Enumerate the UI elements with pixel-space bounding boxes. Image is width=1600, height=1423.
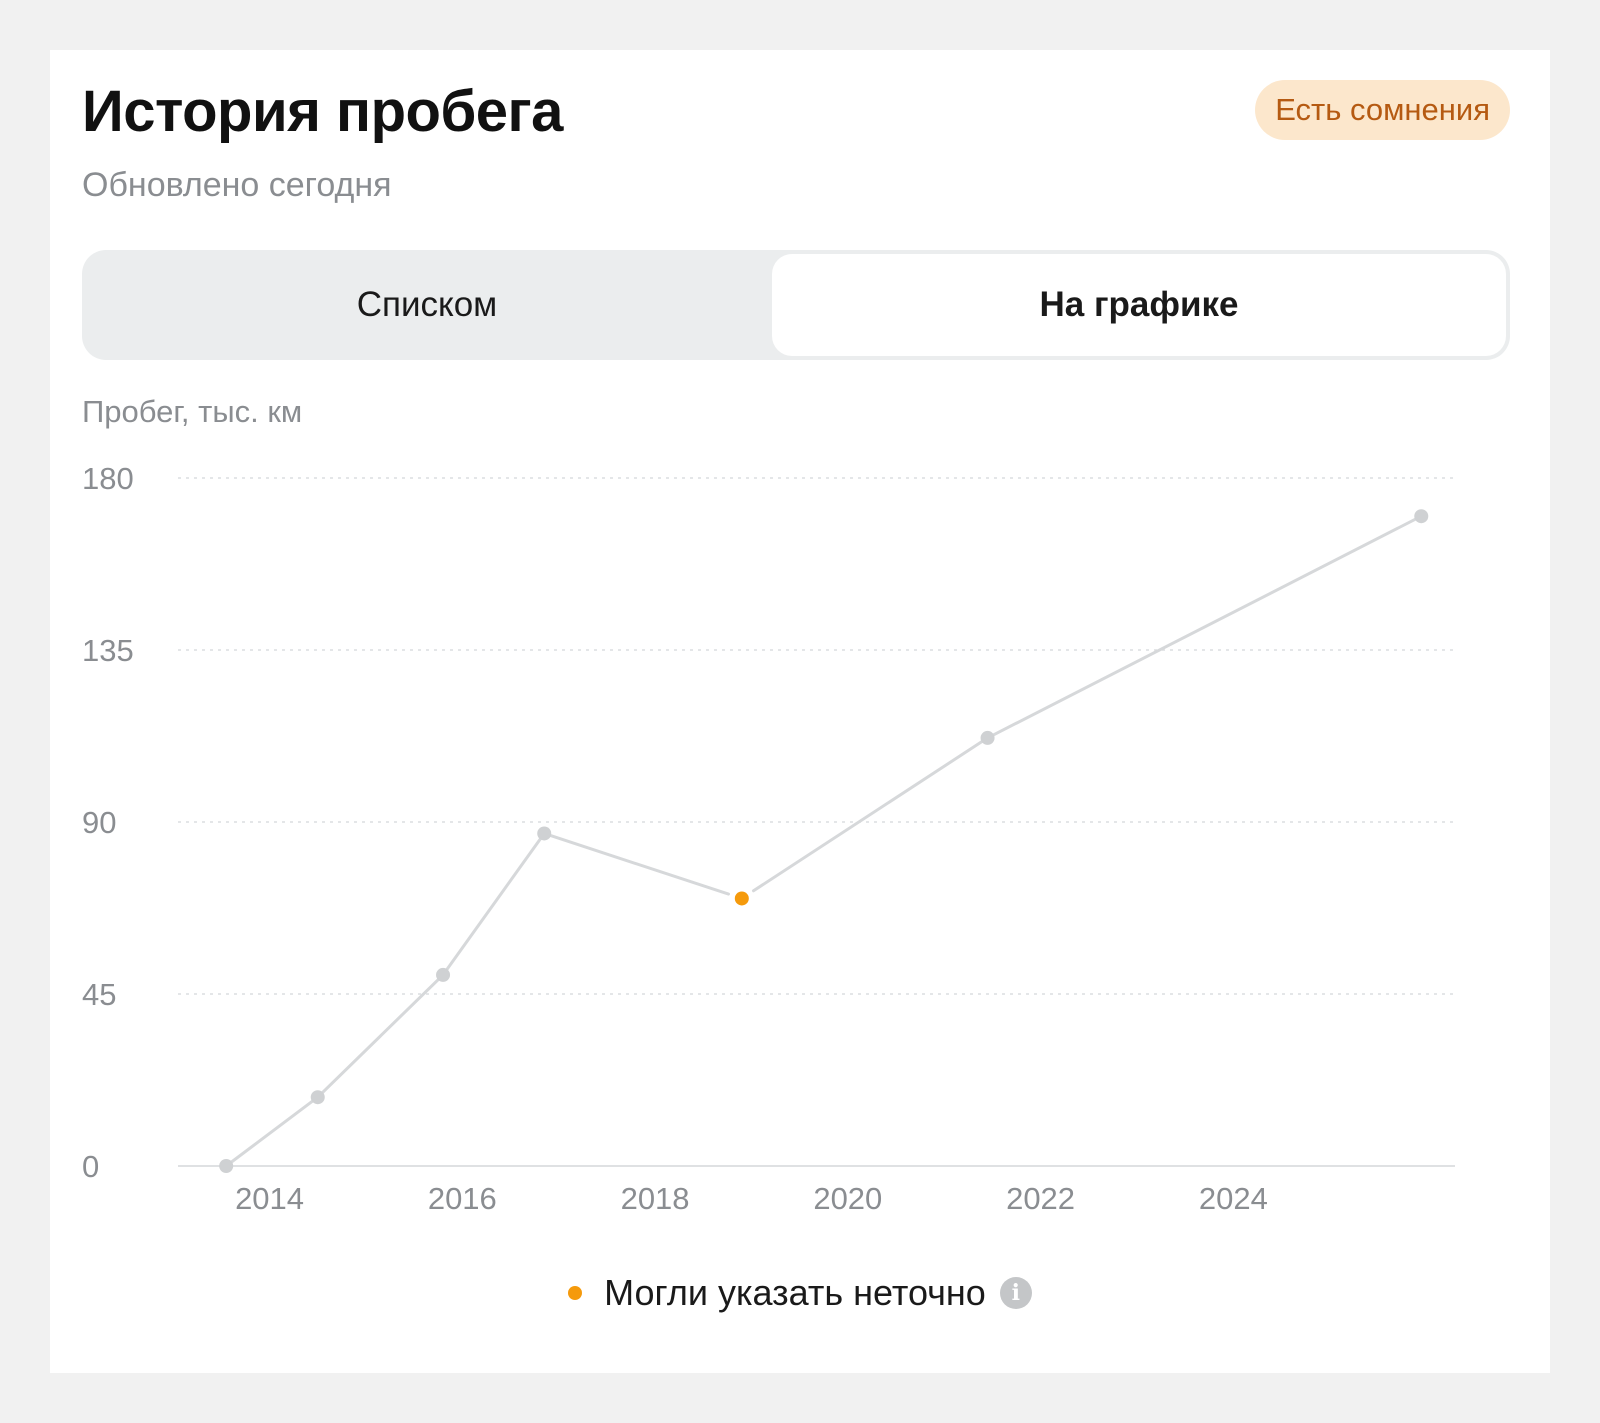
x-tick-label: 2018 xyxy=(621,1181,690,1216)
mileage-history-card: История пробега Обновлено сегодня Есть с… xyxy=(50,50,1550,1373)
x-tick-label: 2022 xyxy=(1006,1181,1075,1216)
data-point[interactable] xyxy=(537,826,552,841)
data-point[interactable] xyxy=(219,1159,234,1173)
legend: Могли указать неточно i xyxy=(50,1272,1550,1314)
y-tick-label: 180 xyxy=(82,461,134,496)
data-point[interactable] xyxy=(310,1090,325,1105)
legend-label: Могли указать неточно xyxy=(604,1272,986,1313)
series-line-segment xyxy=(224,1095,320,1168)
data-point[interactable] xyxy=(1414,509,1429,524)
series-line-segment xyxy=(752,736,990,893)
y-tick-label: 0 xyxy=(82,1149,99,1184)
y-axis-label: Пробег, тыс. км xyxy=(82,394,302,429)
data-point[interactable] xyxy=(980,730,995,745)
y-tick-label: 90 xyxy=(82,805,116,840)
y-tick-label: 135 xyxy=(82,633,134,668)
y-tick-label: 45 xyxy=(82,977,116,1012)
series-line-segment xyxy=(441,831,546,977)
legend-suspicious-marker xyxy=(568,1286,583,1300)
x-tick-label: 2014 xyxy=(235,1181,304,1216)
data-point[interactable] xyxy=(436,967,451,982)
x-tick-label: 2024 xyxy=(1199,1181,1268,1216)
x-tick-label: 2020 xyxy=(813,1181,882,1216)
x-tick-label: 2016 xyxy=(428,1181,497,1216)
info-icon[interactable]: i xyxy=(999,1277,1032,1309)
series-line-segment xyxy=(986,514,1423,740)
series-line-segment xyxy=(542,831,731,896)
series-line-segment xyxy=(316,973,445,1099)
mileage-chart: Пробег, тыс. км 0 45 90 135 180 2014 2016 2018… xyxy=(82,394,1455,1216)
suspicious-data-point[interactable] xyxy=(734,891,749,906)
